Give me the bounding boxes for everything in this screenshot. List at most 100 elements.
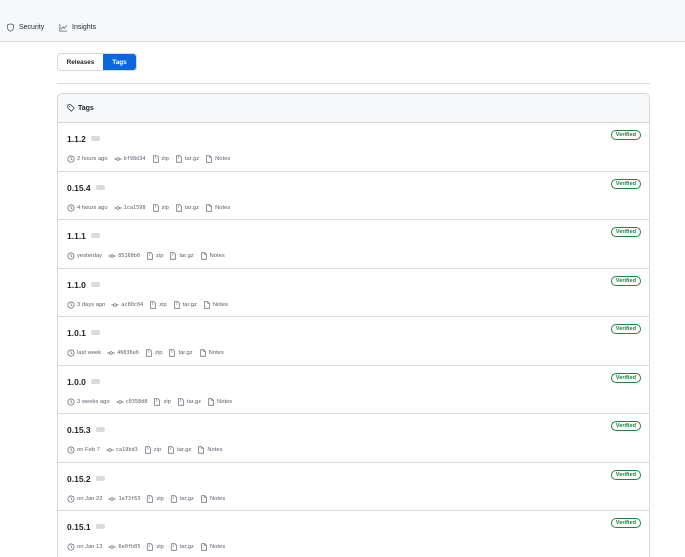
nav-security-tab[interactable]: Security bbox=[6, 23, 44, 32]
targz-label: tar.gz bbox=[182, 301, 197, 308]
zip-download-link[interactable]: zip bbox=[144, 446, 161, 454]
expand-ellipsis-button[interactable] bbox=[90, 136, 100, 142]
tag-name-link[interactable]: 0.15.1 bbox=[67, 522, 105, 532]
notes-link[interactable]: Notes bbox=[200, 252, 225, 260]
tag-row: 1.0.1 Verified last week 46036e6 zip tar… bbox=[58, 317, 649, 366]
zip-download-link[interactable]: zip bbox=[153, 397, 171, 406]
commit-link[interactable]: 1e73f63 bbox=[108, 495, 140, 503]
verified-badge[interactable]: Verified bbox=[610, 178, 641, 189]
notes-label: Notes bbox=[217, 398, 233, 405]
zip-download-link[interactable]: zip bbox=[145, 349, 162, 357]
file-zip-icon bbox=[147, 543, 154, 551]
commit-sha: ac80c04 bbox=[121, 301, 144, 308]
commit-link[interactable]: ac80c04 bbox=[111, 301, 143, 309]
expand-ellipsis-button[interactable] bbox=[90, 330, 100, 336]
commit-link[interactable]: 85160b0 bbox=[108, 252, 140, 260]
verified-badge[interactable]: Verified bbox=[610, 227, 641, 237]
zip-download-link[interactable]: zip bbox=[152, 203, 169, 212]
notes-link[interactable]: Notes bbox=[205, 155, 230, 163]
releases-button[interactable]: Releases bbox=[58, 54, 103, 70]
expand-ellipsis-button[interactable] bbox=[95, 427, 105, 433]
targz-download-link[interactable]: tar.gz bbox=[173, 300, 197, 309]
zip-label: zip bbox=[153, 447, 162, 453]
targz-download-link[interactable]: tar.gz bbox=[169, 252, 194, 260]
commit-link[interactable]: ca19bd3 bbox=[106, 446, 138, 454]
targz-download-link[interactable]: tar.gz bbox=[167, 446, 191, 454]
verified-badge[interactable]: Verified bbox=[610, 372, 641, 383]
tag-time[interactable]: on Jan 13 bbox=[67, 543, 102, 551]
zip-download-link[interactable]: zip bbox=[146, 252, 163, 260]
verified-badge[interactable]: Verified bbox=[610, 421, 641, 431]
file-zip-icon bbox=[170, 494, 177, 503]
notes-link[interactable]: Notes bbox=[200, 494, 226, 503]
tags-button[interactable]: Tags bbox=[103, 54, 136, 70]
verified-badge[interactable]: Verified bbox=[610, 275, 641, 286]
tag-time[interactable]: 4 hours ago bbox=[67, 203, 108, 212]
targz-download-link[interactable]: tar.gz bbox=[168, 349, 193, 357]
notes-label: Notes bbox=[209, 495, 226, 502]
clock-icon bbox=[67, 203, 75, 212]
expand-ellipsis-button[interactable] bbox=[95, 184, 105, 190]
nav-insights-tab[interactable]: Insights bbox=[59, 23, 96, 32]
targz-label: tar.gz bbox=[179, 495, 194, 502]
commit-link[interactable]: bf98d34 bbox=[113, 155, 146, 163]
tag-name-link[interactable]: 1.0.0 bbox=[67, 377, 100, 387]
tag-time[interactable]: yesterday bbox=[67, 252, 102, 260]
expand-ellipsis-button[interactable] bbox=[90, 233, 100, 239]
zip-download-link[interactable]: zip bbox=[146, 494, 164, 503]
tags-box: Tags 1.1.2 Verified 2 hours ago bf98d34 … bbox=[57, 93, 650, 557]
tag-time-text: last week bbox=[77, 350, 102, 356]
zip-download-link[interactable]: zip bbox=[152, 155, 169, 163]
zip-download-link[interactable]: zip bbox=[149, 300, 167, 309]
targz-download-link[interactable]: tar.gz bbox=[170, 494, 194, 503]
file-zip-icon bbox=[176, 155, 182, 163]
notes-link[interactable]: Notes bbox=[197, 446, 223, 454]
tag-list: 1.1.2 Verified 2 hours ago bf98d34 zip t… bbox=[58, 123, 649, 557]
tag-name-link[interactable]: 1.1.2 bbox=[67, 134, 100, 144]
commit-link[interactable]: 46036e6 bbox=[107, 349, 139, 357]
tag-time[interactable]: 3 days ago bbox=[67, 300, 106, 309]
targz-download-link[interactable]: tar.gz bbox=[177, 397, 202, 406]
verified-badge[interactable]: Verified bbox=[610, 518, 641, 528]
commit-link[interactable]: c0358d8 bbox=[115, 398, 147, 406]
commit-link[interactable]: 1ca1598 bbox=[113, 204, 146, 212]
tag-name-link[interactable]: 1.1.1 bbox=[67, 231, 100, 241]
file-zip-icon bbox=[147, 494, 154, 503]
targz-download-link[interactable]: tar.gz bbox=[170, 543, 194, 551]
targz-download-link[interactable]: tar.gz bbox=[175, 155, 199, 163]
verified-badge[interactable]: Verified bbox=[610, 469, 641, 480]
targz-label: tar.gz bbox=[186, 398, 202, 405]
expand-ellipsis-button[interactable] bbox=[90, 378, 100, 384]
targz-download-link[interactable]: tar.gz bbox=[175, 203, 199, 212]
verified-badge[interactable]: Verified bbox=[610, 130, 641, 140]
tag-time[interactable]: on Jan 22 bbox=[67, 494, 102, 503]
tag-time[interactable]: 3 weeks ago bbox=[67, 397, 110, 406]
commit-link[interactable]: 6e0fb05 bbox=[108, 543, 140, 551]
tag-time-text: 3 days ago bbox=[77, 301, 106, 308]
tag-row: 0.15.4 Verified 4 hours ago 1ca1598 zip … bbox=[58, 172, 649, 220]
tag-name-link[interactable]: 1.0.1 bbox=[67, 328, 100, 338]
file-icon bbox=[206, 203, 212, 212]
zip-label: zip bbox=[161, 156, 169, 162]
clock-icon bbox=[67, 543, 75, 551]
notes-link[interactable]: Notes bbox=[199, 349, 224, 357]
notes-link[interactable]: Notes bbox=[203, 300, 228, 309]
file-zip-icon bbox=[144, 446, 151, 454]
expand-ellipsis-button[interactable] bbox=[95, 524, 105, 530]
tag-name-link[interactable]: 0.15.3 bbox=[67, 425, 105, 435]
file-icon bbox=[199, 349, 206, 357]
tag-name-link[interactable]: 0.15.2 bbox=[67, 474, 105, 484]
expand-ellipsis-button[interactable] bbox=[95, 475, 105, 481]
expand-ellipsis-button[interactable] bbox=[90, 281, 100, 287]
zip-download-link[interactable]: zip bbox=[146, 543, 164, 551]
git-commit-icon bbox=[113, 205, 122, 210]
tag-time[interactable]: on Feb 7 bbox=[67, 446, 100, 454]
tag-time[interactable]: last week bbox=[67, 349, 101, 357]
notes-link[interactable]: Notes bbox=[207, 397, 233, 406]
notes-link[interactable]: Notes bbox=[205, 203, 230, 212]
verified-badge[interactable]: Verified bbox=[610, 324, 641, 334]
tag-time[interactable]: 2 hours ago bbox=[67, 155, 108, 163]
tag-name-link[interactable]: 1.1.0 bbox=[67, 280, 100, 290]
tag-name-link[interactable]: 0.15.4 bbox=[67, 183, 105, 193]
notes-link[interactable]: Notes bbox=[200, 543, 225, 551]
